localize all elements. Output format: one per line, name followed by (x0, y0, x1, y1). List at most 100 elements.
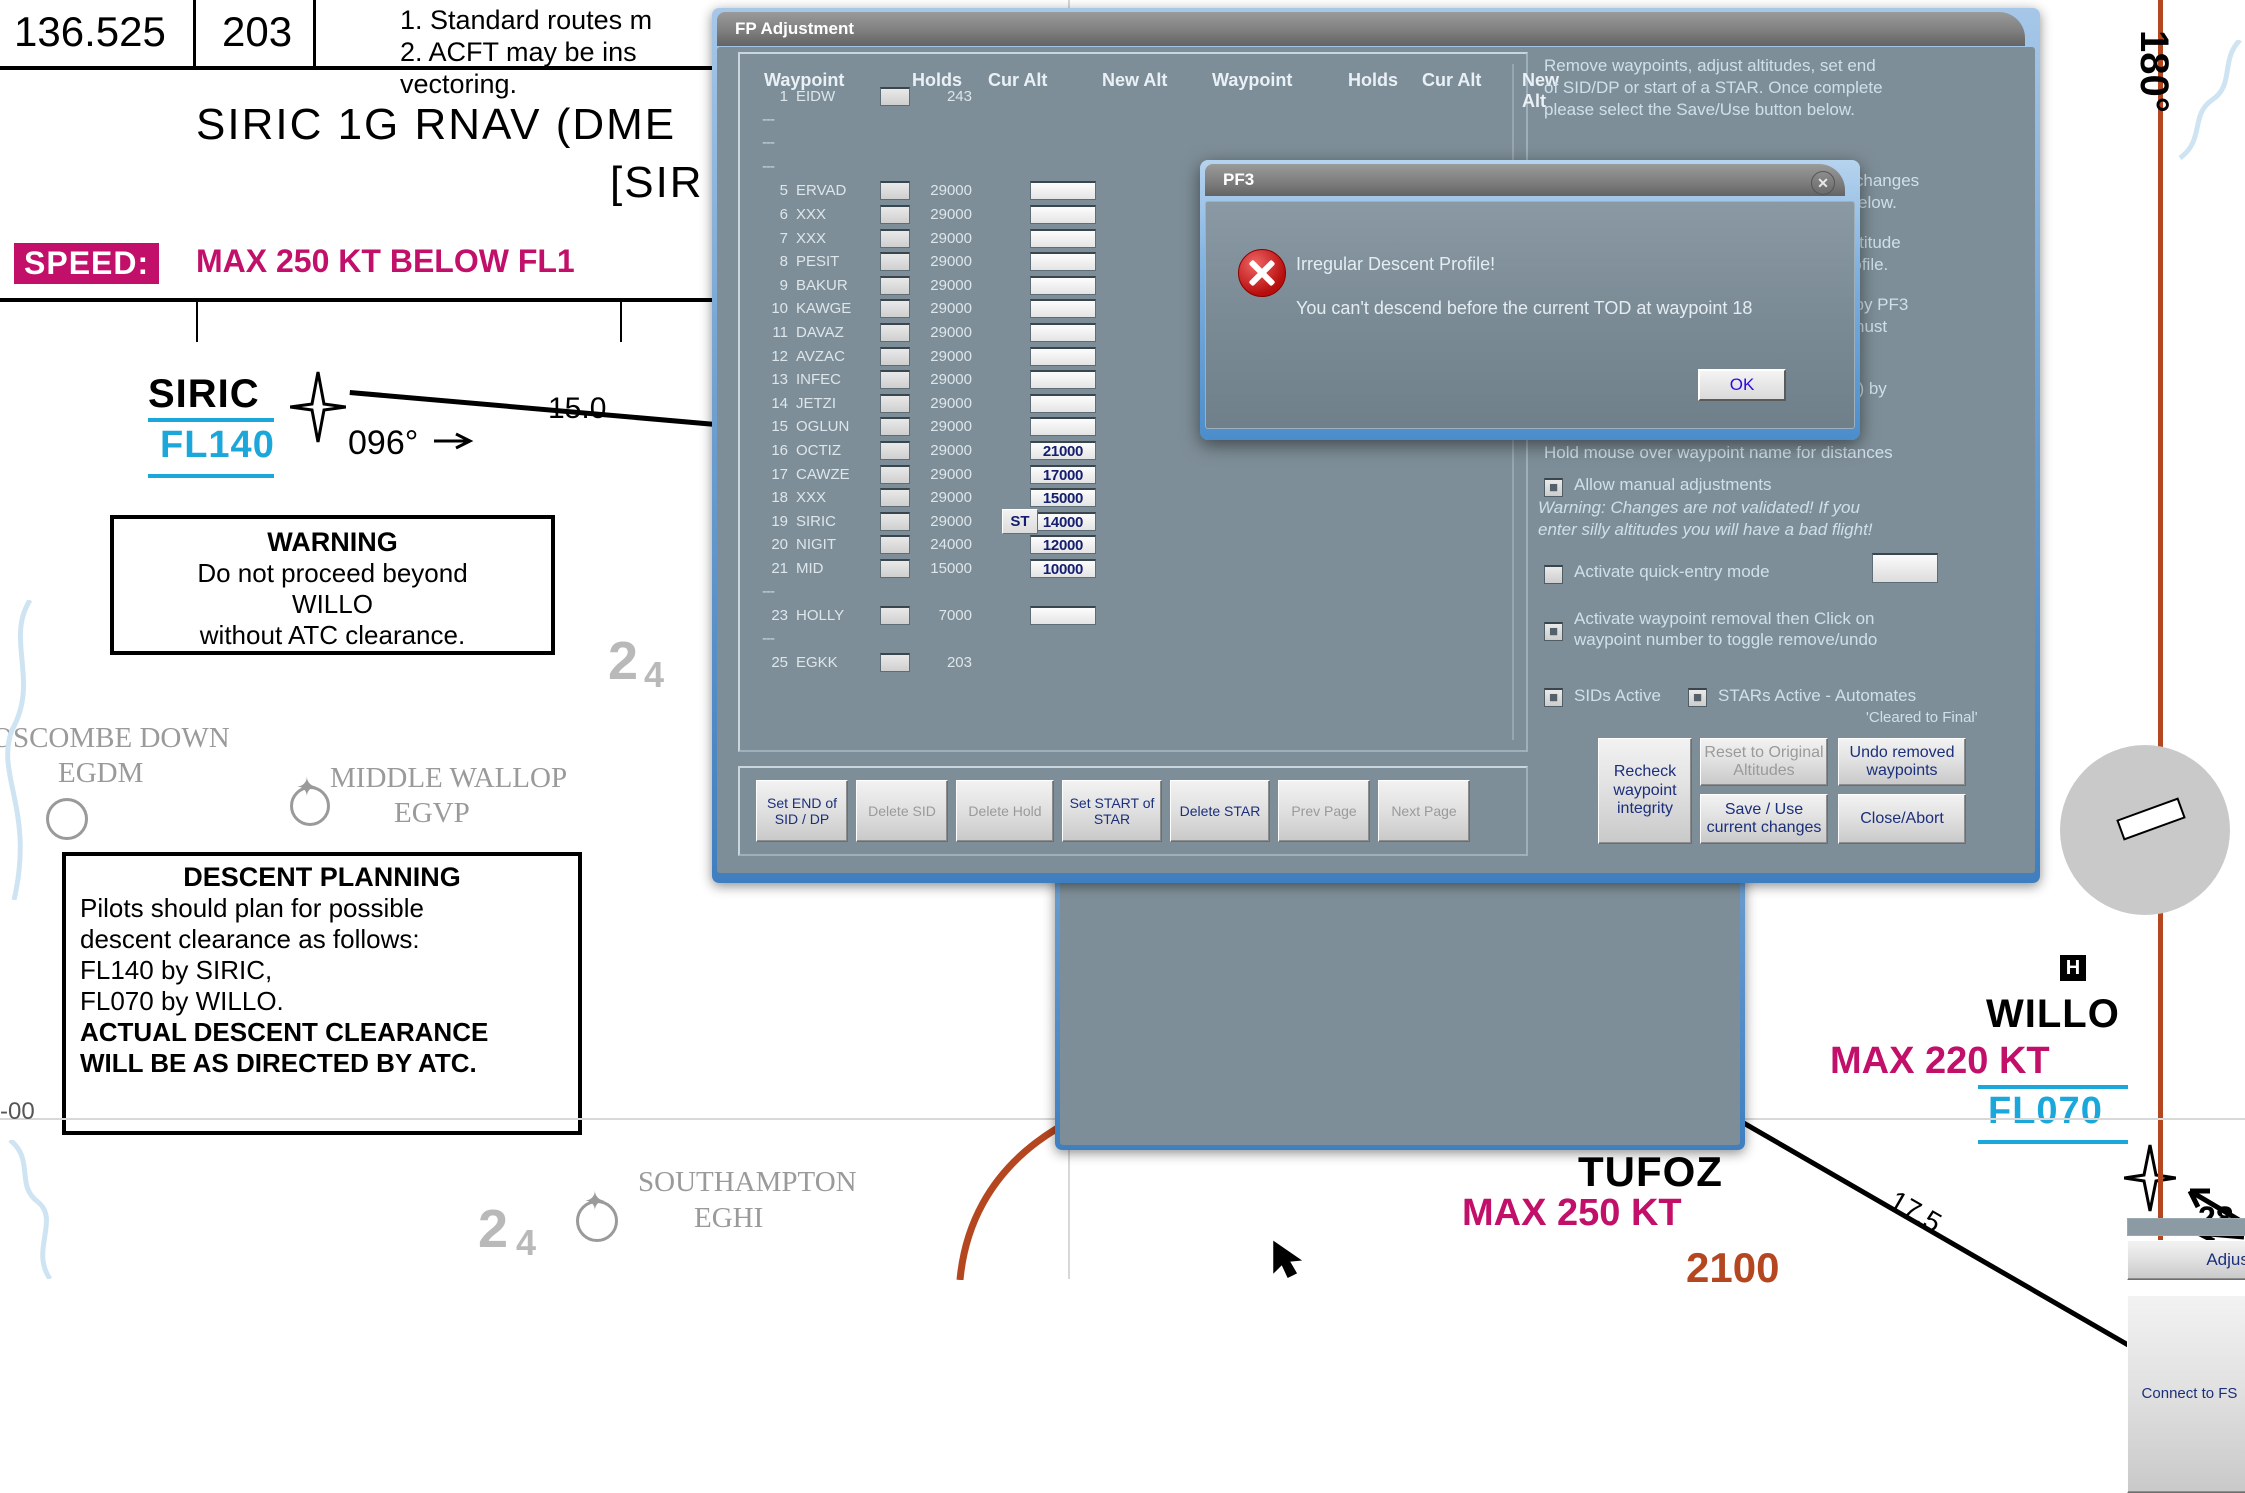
undo-removed-waypoints-button[interactable]: Undo removed waypoints (1838, 738, 1966, 786)
new-altitude-input[interactable]: 17000 (1030, 464, 1096, 484)
waypoint-name[interactable]: MID (796, 560, 824, 577)
waypoint-name[interactable]: KAWGE (796, 300, 851, 317)
new-altitude-input[interactable]: 10000 (1030, 559, 1096, 578)
close-abort-button[interactable]: Close/Abort (1838, 794, 1966, 844)
new-altitude-input[interactable] (1030, 228, 1096, 248)
ok-button[interactable]: OK (1698, 369, 1786, 401)
waypoint-number[interactable]: 14 (762, 395, 788, 412)
waypoint-name[interactable]: XXX (796, 230, 826, 247)
checkbox-quick-entry[interactable] (1544, 565, 1563, 584)
waypoint-number[interactable]: 11 (762, 324, 788, 341)
reset-altitudes-button[interactable]: Reset to Original Altitudes (1700, 738, 1828, 786)
waypoint-name[interactable]: AVZAC (796, 348, 845, 365)
fp-button-set-start-of-star[interactable]: Set START of STAR (1062, 780, 1162, 842)
waypoint-number[interactable]: 17 (762, 466, 788, 483)
hold-checkbox[interactable] (880, 488, 910, 508)
hold-checkbox[interactable] (880, 181, 910, 201)
waypoint-name[interactable]: PESIT (796, 253, 839, 270)
waypoint-number[interactable]: 23 (762, 607, 788, 624)
waypoint-number[interactable]: 20 (762, 536, 788, 553)
quick-entry-input[interactable] (1872, 553, 1938, 583)
waypoint-name[interactable]: HOLLY (796, 607, 844, 624)
fp-button-next-page[interactable]: Next Page (1378, 780, 1470, 842)
new-altitude-input[interactable] (1030, 417, 1096, 437)
waypoint-name[interactable]: CAWZE (796, 466, 850, 483)
waypoint-name[interactable]: SIRIC (796, 513, 836, 530)
hold-checkbox[interactable] (880, 252, 910, 272)
waypoint-number[interactable]: 13 (762, 371, 788, 388)
checkbox-stars-active[interactable]: ■ (1688, 688, 1707, 707)
new-altitude-input[interactable] (1030, 275, 1096, 295)
fp-button-set-end-of-sid-dp[interactable]: Set END of SID / DP (756, 780, 848, 842)
new-altitude-input[interactable] (1030, 252, 1096, 272)
hold-checkbox[interactable] (880, 346, 910, 366)
new-altitude-input[interactable]: 21000 (1030, 441, 1096, 460)
waypoint-name[interactable]: NIGIT (796, 536, 836, 553)
hold-checkbox[interactable] (880, 464, 910, 484)
new-altitude-input[interactable] (1030, 393, 1096, 413)
hold-checkbox[interactable] (880, 275, 910, 295)
waypoint-number[interactable]: 1 (762, 88, 788, 105)
waypoint-number[interactable]: 6 (762, 206, 788, 223)
hold-checkbox[interactable] (880, 228, 910, 248)
new-altitude-input[interactable]: 15000 (1030, 488, 1096, 508)
star-start-marker[interactable]: ST (1002, 508, 1038, 534)
waypoint-name[interactable]: XXX (796, 489, 826, 506)
hold-checkbox[interactable] (880, 606, 910, 626)
checkbox-sids-active[interactable]: ■ (1544, 688, 1563, 707)
checkbox-waypoint-removal[interactable]: ■ (1544, 622, 1563, 641)
waypoint-name[interactable]: JETZI (796, 395, 836, 412)
waypoint-number[interactable]: 7 (762, 230, 788, 247)
new-altitude-input[interactable] (1030, 370, 1096, 390)
waypoint-number[interactable]: 5 (762, 182, 788, 199)
waypoint-number[interactable]: 19 (762, 513, 788, 530)
waypoint-name[interactable]: EGKK (796, 654, 838, 671)
connect-to-fs-button[interactable]: Connect to FS (2127, 1295, 2245, 1493)
new-altitude-input[interactable]: 12000 (1030, 535, 1096, 555)
hold-checkbox[interactable] (880, 511, 910, 531)
new-altitude-input[interactable]: 14000 (1030, 511, 1096, 531)
new-altitude-input[interactable] (1030, 323, 1096, 342)
waypoint-number[interactable]: 25 (762, 654, 788, 671)
pf3-modal-titlebar[interactable]: PF3 ✕ (1205, 164, 1845, 196)
new-altitude-input[interactable] (1030, 346, 1096, 366)
fp-button-prev-page[interactable]: Prev Page (1278, 780, 1370, 842)
waypoint-number[interactable]: 12 (762, 348, 788, 365)
waypoint-name[interactable]: XXX (796, 206, 826, 223)
waypoint-name[interactable]: OCTIZ (796, 442, 841, 459)
waypoint-name[interactable]: INFEC (796, 371, 841, 388)
fp-button-delete-hold[interactable]: Delete Hold (956, 780, 1054, 842)
close-icon[interactable]: ✕ (1811, 171, 1835, 195)
fp-adjustment-titlebar[interactable]: FP Adjustment (717, 12, 2025, 46)
hold-checkbox[interactable] (880, 370, 910, 390)
new-altitude-input[interactable] (1030, 205, 1096, 224)
waypoint-number[interactable]: 10 (762, 300, 788, 317)
new-altitude-input[interactable] (1030, 606, 1096, 626)
recheck-integrity-button[interactable]: Recheck waypoint integrity (1598, 738, 1692, 844)
hold-checkbox[interactable] (880, 559, 910, 578)
waypoint-name[interactable]: ERVAD (796, 182, 846, 199)
checkbox-allow-manual[interactable]: ■ (1544, 478, 1563, 497)
waypoint-name[interactable]: BAKUR (796, 277, 848, 294)
hold-checkbox[interactable] (880, 299, 910, 319)
waypoint-number[interactable]: 8 (762, 253, 788, 270)
hold-checkbox[interactable] (880, 417, 910, 437)
hold-checkbox[interactable] (880, 441, 910, 460)
waypoint-name[interactable]: DAVAZ (796, 324, 844, 341)
hold-checkbox[interactable] (880, 535, 910, 555)
waypoint-number[interactable]: 16 (762, 442, 788, 459)
waypoint-name[interactable]: OGLUN (796, 418, 849, 435)
hold-checkbox[interactable] (880, 205, 910, 224)
hold-checkbox[interactable] (880, 393, 910, 413)
waypoint-number[interactable]: 15 (762, 418, 788, 435)
waypoint-name[interactable]: EIDW (796, 88, 835, 105)
hold-checkbox[interactable] (880, 323, 910, 342)
waypoint-number[interactable]: 18 (762, 489, 788, 506)
waypoint-number[interactable]: 21 (762, 560, 788, 577)
fp-button-delete-star[interactable]: Delete STAR (1170, 780, 1270, 842)
hold-checkbox[interactable] (880, 87, 910, 106)
save-use-changes-button[interactable]: Save / Use current changes (1700, 794, 1828, 844)
hold-checkbox[interactable] (880, 653, 910, 673)
adjust-altitudes-button[interactable]: Adjust Altitudes, SIDs, STARs and Holds … (2127, 1240, 2245, 1280)
new-altitude-input[interactable] (1030, 299, 1096, 319)
